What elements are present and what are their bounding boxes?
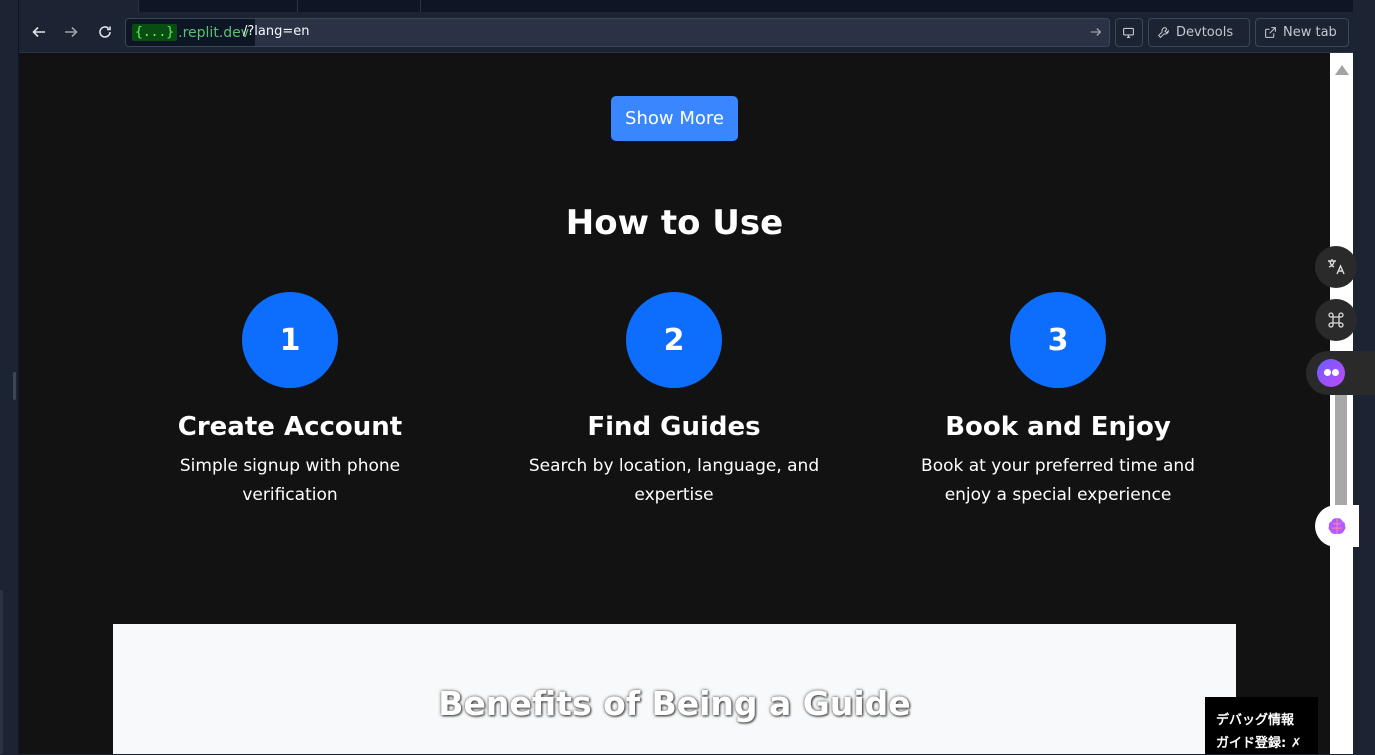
step-number-circle: 2 (626, 292, 722, 388)
step-description: Search by location, language, and expert… (528, 456, 820, 505)
step-description: Book at your preferred time and enjoy a … (921, 456, 1195, 505)
browser-toolbar: {...} .replit.dev /?lang=en Devtools New… (19, 12, 1355, 53)
step-description: Simple signup with phone verification (179, 456, 401, 505)
forward-arrow-icon[interactable] (59, 20, 83, 44)
new-tab-button[interactable]: New tab (1255, 18, 1349, 47)
domain-chip[interactable]: {...} .replit.dev (126, 19, 256, 46)
benefits-section: Benefits of Being a Guide (113, 624, 1236, 754)
step-number-circle: 3 (1010, 292, 1106, 388)
device-preview-button[interactable] (1115, 18, 1143, 47)
tab-strip (19, 0, 1355, 12)
domain-text: .replit.dev (178, 24, 250, 41)
tab-active[interactable] (19, 0, 139, 12)
back-arrow-icon[interactable] (27, 20, 51, 44)
assistant-button[interactable] (1306, 351, 1375, 395)
debug-info-panel: デバッグ情報 ガイド登録: ✗ (1205, 697, 1318, 754)
debug-guide-registration: ガイド登録: ✗ (1216, 736, 1302, 751)
brain-icon (1328, 518, 1346, 534)
tab[interactable] (299, 0, 421, 12)
devtools-label: Devtools (1176, 25, 1234, 40)
devtools-button[interactable]: Devtools (1148, 18, 1250, 47)
reload-icon[interactable] (93, 20, 117, 44)
step-card: 2 Find Guides Search by location, langua… (514, 292, 834, 510)
url-path-input[interactable]: /?lang=en (243, 24, 309, 39)
page-scrollbar[interactable] (1330, 53, 1353, 754)
step-title: Book and Enjoy (945, 412, 1171, 442)
step-title: Find Guides (587, 412, 761, 442)
left-rail (0, 0, 19, 754)
page-viewport: Show More How to Use 1 Create Account Si… (19, 53, 1330, 754)
brain-extension-button[interactable] (1315, 505, 1359, 547)
command-icon (1328, 312, 1344, 328)
translate-button[interactable] (1315, 246, 1357, 288)
step-number-circle: 1 (242, 292, 338, 388)
step-card: 1 Create Account Simple signup with phon… (130, 292, 450, 510)
domain-brace: {...} (132, 24, 178, 41)
benefits-heading: Benefits of Being a Guide (438, 684, 911, 723)
tab[interactable] (140, 0, 298, 12)
show-more-button[interactable]: Show More (611, 96, 738, 141)
rail-edge (0, 590, 3, 754)
go-arrow-icon[interactable] (1089, 24, 1103, 43)
assistant-face-icon (1317, 359, 1345, 387)
how-to-use-heading: How to Use (565, 203, 784, 243)
wrench-icon (1157, 27, 1169, 39)
step-card: 3 Book and Enjoy Book at your preferred … (898, 292, 1218, 510)
external-link-icon (1265, 27, 1276, 38)
monitor-icon (1123, 27, 1134, 38)
scroll-up-arrow-icon[interactable] (1335, 65, 1349, 75)
new-tab-label: New tab (1283, 25, 1337, 40)
url-bar[interactable]: {...} .replit.dev /?lang=en (125, 18, 1110, 47)
command-button[interactable] (1315, 299, 1357, 341)
step-title: Create Account (177, 412, 403, 442)
resize-handle[interactable] (13, 372, 16, 400)
translate-icon (1328, 259, 1345, 275)
scrollbar-thumb[interactable] (1335, 383, 1347, 505)
debug-title: デバッグ情報 (1216, 713, 1295, 728)
